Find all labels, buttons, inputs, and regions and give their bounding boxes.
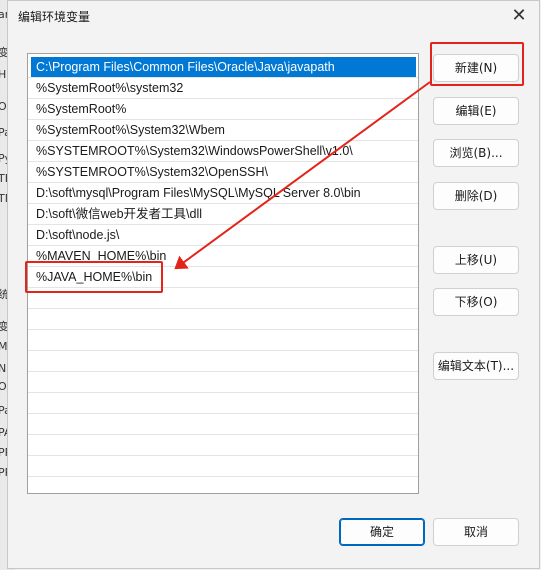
edit-button[interactable]: 编辑(E): [433, 97, 519, 125]
list-row-separator: [28, 392, 418, 393]
list-row-separator: [28, 287, 418, 288]
list-row-separator: [28, 350, 418, 351]
list-row-separator: [28, 476, 418, 477]
list-row-separator: [28, 77, 418, 78]
path-list-item[interactable]: D:\soft\node.js\: [31, 225, 416, 245]
path-list-item[interactable]: D:\soft\mysql\Program Files\MySQL\MySQL …: [31, 183, 416, 203]
list-row-separator: [28, 245, 418, 246]
move-down-button[interactable]: 下移(O): [433, 288, 519, 316]
list-row-separator: [28, 140, 418, 141]
list-row-separator: [28, 434, 418, 435]
list-row-separator: [28, 98, 418, 99]
list-row-separator: [28, 266, 418, 267]
path-list-item[interactable]: C:\Program Files\Common Files\Oracle\Jav…: [31, 57, 416, 77]
ok-button[interactable]: 确定: [339, 518, 425, 546]
list-row-separator: [28, 203, 418, 204]
list-row-separator: [28, 413, 418, 414]
path-list-item[interactable]: %SystemRoot%\System32\Wbem: [31, 120, 416, 140]
edit-text-button[interactable]: 编辑文本(T)...: [433, 352, 519, 380]
dialog-title: 编辑环境变量: [18, 10, 91, 24]
list-row-separator: [28, 329, 418, 330]
list-row-separator: [28, 455, 418, 456]
move-up-button[interactable]: 上移(U): [433, 246, 519, 274]
path-list-item[interactable]: %SystemRoot%: [31, 99, 416, 119]
delete-button[interactable]: 删除(D): [433, 182, 519, 210]
list-row-separator: [28, 119, 418, 120]
path-list-item[interactable]: D:\soft\微信web开发者工具\dll: [31, 204, 416, 224]
edit-env-variable-dialog: 编辑环境变量 ✕ C:\Program Files\Common Files\O…: [7, 0, 540, 569]
list-row-separator: [28, 308, 418, 309]
title-bar: 编辑环境变量 ✕: [8, 1, 539, 33]
background-window-text: H: [0, 68, 6, 81]
path-list[interactable]: C:\Program Files\Common Files\Oracle\Jav…: [27, 53, 419, 494]
path-list-item[interactable]: %SYSTEMROOT%\System32\WindowsPowerShell\…: [31, 141, 416, 161]
path-list-item[interactable]: %SYSTEMROOT%\System32\OpenSSH\: [31, 162, 416, 182]
path-list-item[interactable]: %SystemRoot%\system32: [31, 78, 416, 98]
list-row-separator: [28, 224, 418, 225]
list-row-separator: [28, 182, 418, 183]
list-row-separator: [28, 161, 418, 162]
new-button[interactable]: 新建(N): [433, 54, 519, 82]
path-list-item[interactable]: %JAVA_HOME%\bin: [31, 267, 416, 287]
browse-button[interactable]: 浏览(B)...: [433, 139, 519, 167]
close-icon[interactable]: ✕: [507, 5, 531, 27]
background-window-text: O: [0, 380, 7, 393]
path-list-item[interactable]: %MAVEN_HOME%\bin: [31, 246, 416, 266]
cancel-button[interactable]: 取消: [433, 518, 519, 546]
list-row-separator: [28, 371, 418, 372]
